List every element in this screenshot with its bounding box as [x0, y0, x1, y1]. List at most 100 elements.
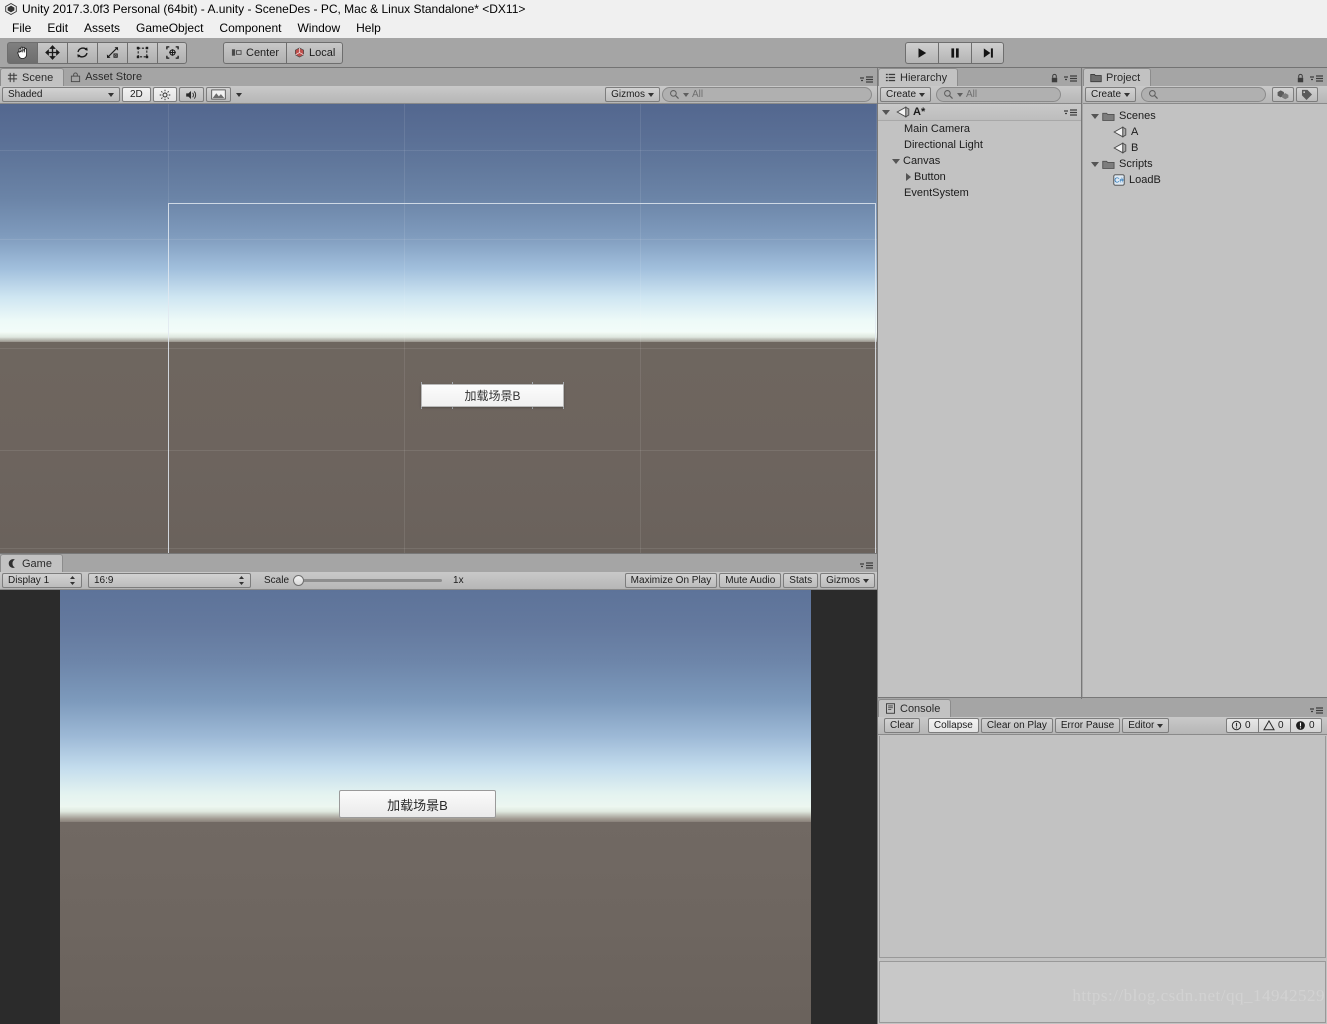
game-gizmos-dropdown[interactable]: Gizmos	[820, 573, 875, 588]
project-tree[interactable]: Scenes A B Scripts C# LoadB	[1083, 104, 1327, 697]
scene-lighting-toggle[interactable]	[152, 87, 177, 102]
tab-game-label: Game	[22, 557, 52, 570]
pause-button[interactable]	[938, 41, 971, 64]
step-button[interactable]	[971, 41, 1004, 64]
game-ui-button[interactable]: 加载场景B	[339, 790, 496, 818]
transform-tool-button[interactable]	[157, 41, 187, 64]
menu-assets[interactable]: Assets	[76, 19, 128, 37]
horizontal-splitter-scene-game[interactable]	[0, 553, 877, 554]
chevron-down-icon[interactable]	[882, 109, 890, 115]
project-item-scene-b[interactable]: B	[1083, 140, 1327, 156]
tab-game[interactable]: Game	[0, 554, 63, 572]
scale-tool-button[interactable]	[97, 41, 127, 64]
console-error-counter[interactable]: 0	[1290, 718, 1322, 733]
scene-effects-dropdown[interactable]	[233, 87, 245, 102]
chevron-right-icon[interactable]	[906, 173, 911, 181]
chevron-down-icon[interactable]	[1091, 113, 1099, 119]
tab-hierarchy[interactable]: Hierarchy	[878, 68, 959, 86]
menu-file[interactable]: File	[4, 19, 39, 37]
menu-component[interactable]: Component	[211, 19, 289, 37]
console-error-pause-toggle[interactable]: Error Pause	[1054, 718, 1121, 733]
project-filter-type-button[interactable]	[1272, 87, 1295, 102]
unity-editor-window: Unity 2017.3.0f3 Personal (64bit) - A.un…	[0, 0, 1327, 1024]
rect-tool-button[interactable]	[127, 41, 157, 64]
hand-icon	[15, 45, 30, 60]
chevron-down-icon[interactable]	[1091, 161, 1099, 167]
project-item-scripts-folder[interactable]: Scripts	[1083, 156, 1327, 172]
hierarchy-scene-menu[interactable]	[1062, 108, 1078, 117]
play-button[interactable]	[905, 41, 938, 64]
title-bar: Unity 2017.3.0f3 Personal (64bit) - A.un…	[0, 0, 1327, 18]
chevron-down-icon[interactable]	[892, 158, 900, 164]
scene-gizmos-dropdown[interactable]: Gizmos	[605, 87, 660, 102]
hierarchy-item-eventsystem[interactable]: EventSystem	[878, 185, 1081, 201]
tab-console[interactable]: Console	[878, 699, 952, 717]
slider-knob[interactable]	[293, 575, 305, 586]
move-tool-button[interactable]	[37, 41, 67, 64]
project-search-input[interactable]	[1141, 87, 1267, 102]
menu-edit[interactable]: Edit	[39, 19, 76, 37]
game-scale-slider[interactable]: Scale 1x	[259, 573, 469, 588]
hierarchy-create-button[interactable]: Create	[880, 87, 932, 102]
game-aspect-dropdown[interactable]: 16:9	[88, 573, 251, 588]
hierarchy-tree[interactable]: A* Main Camera Directional Light Canvas …	[878, 104, 1081, 697]
hand-tool-button[interactable]	[7, 41, 37, 64]
folder-icon	[1090, 72, 1102, 83]
vertical-splitter-hierarchy[interactable]	[1081, 68, 1082, 699]
scene-2d-toggle[interactable]: 2D	[122, 87, 151, 102]
tab-asset-store[interactable]: Asset Store	[64, 68, 153, 86]
game-viewport[interactable]: 加载场景B	[0, 590, 877, 1024]
scene-panel-menu[interactable]	[858, 75, 874, 84]
project-item-script-loadb[interactable]: C# LoadB	[1083, 172, 1327, 188]
menu-gameobject[interactable]: GameObject	[128, 19, 211, 37]
project-filter-label-button[interactable]	[1296, 87, 1319, 102]
mute-audio-button[interactable]: Mute Audio	[719, 573, 782, 588]
console-message-list[interactable]	[879, 736, 1326, 958]
draw-mode-dropdown[interactable]: Shaded	[2, 87, 120, 102]
pivot-rotation-button[interactable]: Local	[286, 41, 344, 64]
lock-icon[interactable]	[1050, 73, 1059, 84]
game-display-dropdown[interactable]: Display 1	[2, 573, 82, 588]
menu-help[interactable]: Help	[348, 19, 389, 37]
scale-slider-track[interactable]	[293, 573, 443, 588]
scene-search-input[interactable]: All	[662, 87, 872, 102]
play-controls	[905, 41, 1004, 64]
console-warning-counter[interactable]: 0	[1258, 718, 1290, 733]
scene-viewport[interactable]: 加载场景B	[0, 104, 877, 554]
rotate-tool-button[interactable]	[67, 41, 97, 64]
maximize-on-play-button[interactable]: Maximize On Play	[624, 573, 718, 588]
console-clear-button[interactable]: Clear	[884, 718, 920, 733]
hierarchy-item-main-camera[interactable]: Main Camera	[878, 121, 1081, 137]
pivot-mode-button[interactable]: Center	[223, 41, 287, 64]
horizontal-splitter-console[interactable]	[878, 697, 1327, 698]
console-clear-label: Clear	[890, 720, 914, 731]
project-item-scene-a[interactable]: A	[1083, 124, 1327, 140]
console-detail-pane[interactable]	[879, 961, 1326, 1023]
game-panel-menu[interactable]	[858, 561, 874, 570]
menu-window[interactable]: Window	[289, 19, 348, 37]
hierarchy-search-input[interactable]: All	[936, 87, 1062, 102]
hierarchy-item-button[interactable]: Button	[878, 169, 1081, 185]
console-collapse-toggle[interactable]: Collapse	[927, 718, 979, 733]
hierarchy-item-directional-light[interactable]: Directional Light	[878, 137, 1081, 153]
project-create-button[interactable]: Create	[1085, 87, 1137, 102]
hierarchy-panel-menu[interactable]	[1062, 74, 1078, 83]
console-editor-dropdown[interactable]: Editor	[1122, 718, 1170, 733]
tab-project[interactable]: Project	[1083, 68, 1152, 86]
project-item-scenes-folder[interactable]: Scenes	[1083, 108, 1327, 124]
tab-scene[interactable]: Scene	[0, 68, 65, 86]
hierarchy-item-canvas[interactable]: Canvas	[878, 153, 1081, 169]
scene-effects-toggle[interactable]	[205, 87, 231, 102]
console-info-counter[interactable]: 0	[1226, 718, 1258, 733]
hierarchy-scene-row[interactable]: A*	[878, 104, 1081, 121]
scene-audio-toggle[interactable]	[178, 87, 204, 102]
vertical-splitter-main[interactable]	[877, 68, 878, 1024]
chevron-down-icon	[683, 92, 689, 97]
console-clear-on-play-toggle[interactable]: Clear on Play	[980, 718, 1053, 733]
project-panel-menu[interactable]	[1308, 74, 1324, 83]
game-display-label: Display 1	[8, 575, 50, 586]
lock-icon[interactable]	[1296, 73, 1305, 84]
console-panel-menu[interactable]	[1308, 706, 1324, 715]
scene-ui-button[interactable]: 加载场景B	[421, 384, 564, 407]
stats-button[interactable]: Stats	[783, 573, 819, 588]
